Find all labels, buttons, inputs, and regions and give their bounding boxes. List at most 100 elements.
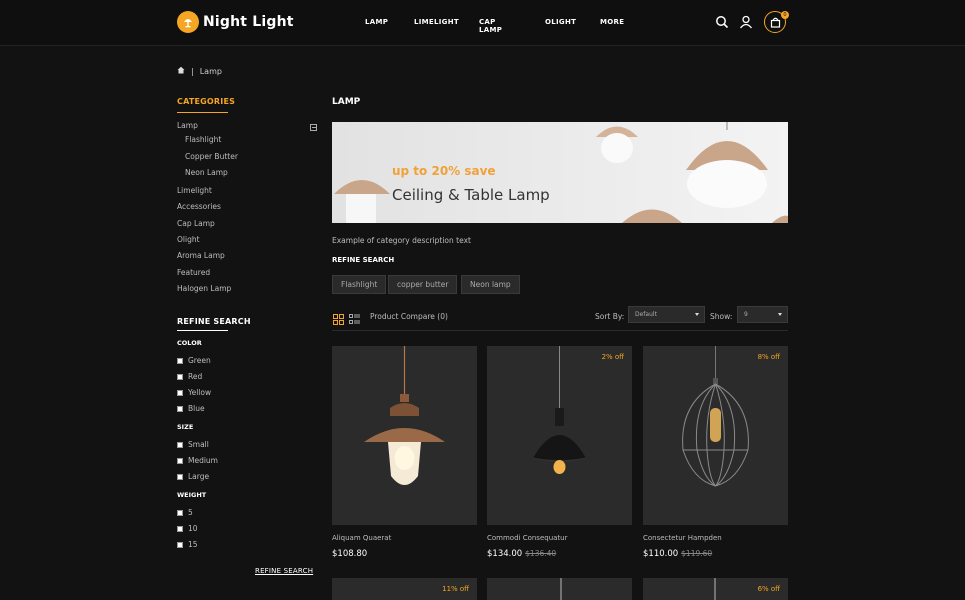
size-small-option[interactable]: Small xyxy=(177,440,209,449)
option-label: Red xyxy=(188,372,203,381)
option-label: Large xyxy=(188,472,210,481)
pendant-lamp-image xyxy=(532,346,587,474)
breadcrumb: | Lamp xyxy=(177,66,222,76)
tag-copper-butter[interactable]: copper butter xyxy=(388,275,458,294)
option-label: 10 xyxy=(188,524,198,533)
chevron-down-icon xyxy=(695,313,699,316)
product-compare-link[interactable]: Product Compare (0) xyxy=(370,312,448,321)
product-image[interactable]: 2% off xyxy=(487,346,632,525)
product-name[interactable]: Commodi Consequatur xyxy=(487,534,568,542)
color-blue-option[interactable]: Blue xyxy=(177,404,205,413)
category-featured[interactable]: Featured xyxy=(177,268,210,277)
category-lamp[interactable]: Lamp xyxy=(177,121,198,130)
option-label: 15 xyxy=(188,540,198,549)
checkbox[interactable] xyxy=(177,509,183,516)
product-card[interactable]: 2% off Commodi Consequatur $134.00 $136.4… xyxy=(487,346,632,559)
option-label: Yellow xyxy=(188,388,212,397)
tag-neon-lamp[interactable]: Neon lamp xyxy=(461,275,520,294)
cart-icon xyxy=(770,17,780,28)
refine-search-title: REFINE SEARCH xyxy=(177,317,251,326)
category-neon-lamp[interactable]: Neon Lamp xyxy=(185,168,228,177)
product-card[interactable]: 6% off xyxy=(643,578,788,600)
weight-10-option[interactable]: 10 xyxy=(177,524,198,533)
color-green-option[interactable]: Green xyxy=(177,356,211,365)
categories-underline xyxy=(177,112,228,113)
category-accessories[interactable]: Accessories xyxy=(177,202,221,211)
option-label: Blue xyxy=(188,404,205,413)
old-price: $136.40 xyxy=(525,549,557,558)
page-title: LAMP xyxy=(332,97,361,107)
discount-badge: 11% off xyxy=(442,585,469,593)
product-image[interactable] xyxy=(332,346,477,525)
product-card[interactable]: 8% off Consectetur Hampden $110.00 $119.6… xyxy=(643,346,788,559)
price-value: $110.00 xyxy=(643,549,679,559)
home-icon[interactable] xyxy=(177,66,185,76)
categories-title: CATEGORIES xyxy=(177,97,236,106)
sort-select[interactable]: Default xyxy=(628,306,705,323)
nav-limelight[interactable]: LIMELIGHT xyxy=(414,18,459,26)
color-yellow-option[interactable]: Yellow xyxy=(177,388,211,397)
product-name[interactable]: Aliquam Quaerat xyxy=(332,534,391,542)
nav-more[interactable]: MORE xyxy=(600,18,624,26)
category-limelight[interactable]: Limelight xyxy=(177,186,212,195)
breadcrumb-current[interactable]: Lamp xyxy=(200,67,222,76)
option-label: Green xyxy=(188,356,211,365)
nav-lamp[interactable]: LAMP xyxy=(365,18,388,26)
sort-value: Default xyxy=(635,311,657,318)
banner-subtitle: up to 20% save xyxy=(392,164,496,178)
refine-search-underline xyxy=(177,330,228,331)
product-card[interactable] xyxy=(487,578,632,600)
option-label: Medium xyxy=(188,456,218,465)
checkbox[interactable] xyxy=(177,457,183,464)
checkbox[interactable] xyxy=(177,441,183,448)
category-halogen-lamp[interactable]: Halogen Lamp xyxy=(177,284,231,293)
banner-title: Ceiling & Table Lamp xyxy=(392,186,550,204)
show-select[interactable]: 9 xyxy=(737,306,788,323)
tag-flashlight[interactable]: Flashlight xyxy=(332,275,387,294)
price-value: $134.00 xyxy=(487,549,523,559)
product-price: $134.00 $136.40 xyxy=(487,549,556,559)
product-toolbar: Product Compare (0) Sort By: Default Sho… xyxy=(332,306,788,331)
grid-view-icon[interactable] xyxy=(333,310,344,329)
weight-filter-label: WEIGHT xyxy=(177,491,207,499)
size-filter-label: SIZE xyxy=(177,423,194,431)
user-icon[interactable] xyxy=(739,14,753,33)
chevron-down-icon xyxy=(778,313,782,316)
checkbox[interactable] xyxy=(177,357,183,364)
weight-5-option[interactable]: 5 xyxy=(177,508,193,517)
nav-cap-lamp[interactable]: CAP LAMP xyxy=(479,18,502,34)
cage-lamp-image xyxy=(682,346,749,487)
category-copper-butter[interactable]: Copper Butter xyxy=(185,152,238,161)
site-header: Night Light LAMP LIMELIGHT CAP LAMP OLIG… xyxy=(0,0,965,46)
checkbox[interactable] xyxy=(177,405,183,412)
checkbox[interactable] xyxy=(177,541,183,548)
checkbox[interactable] xyxy=(177,389,183,396)
lamp-logo-icon xyxy=(177,11,199,33)
show-value: 9 xyxy=(744,311,748,318)
collapse-icon[interactable] xyxy=(310,124,317,131)
weight-15-option[interactable]: 15 xyxy=(177,540,198,549)
list-view-icon[interactable] xyxy=(349,310,360,329)
logo[interactable]: Night Light xyxy=(177,11,294,33)
category-olight[interactable]: Olight xyxy=(177,235,200,244)
size-medium-option[interactable]: Medium xyxy=(177,456,218,465)
color-red-option[interactable]: Red xyxy=(177,372,202,381)
checkbox[interactable] xyxy=(177,373,183,380)
product-card[interactable]: Aliquam Quaerat $108.80 xyxy=(332,346,477,559)
refine-search-button[interactable]: REFINE SEARCH xyxy=(255,567,313,575)
cart-count-badge: 0 xyxy=(781,11,789,19)
category-aroma-lamp[interactable]: Aroma Lamp xyxy=(177,251,225,260)
show-label: Show: xyxy=(710,312,733,321)
product-card[interactable]: 11% off xyxy=(332,578,477,600)
checkbox[interactable] xyxy=(177,473,183,480)
category-banner[interactable]: up to 20% save Ceiling & Table Lamp xyxy=(332,122,788,223)
search-icon[interactable] xyxy=(715,14,729,33)
breadcrumb-separator: | xyxy=(191,66,194,76)
product-image[interactable]: 8% off xyxy=(643,346,788,525)
nav-olight[interactable]: OLIGHT xyxy=(545,18,576,26)
product-name[interactable]: Consectetur Hampden xyxy=(643,534,722,542)
checkbox[interactable] xyxy=(177,525,183,532)
category-flashlight[interactable]: Flashlight xyxy=(185,135,221,144)
category-cap-lamp[interactable]: Cap Lamp xyxy=(177,219,215,228)
size-large-option[interactable]: Large xyxy=(177,472,209,481)
